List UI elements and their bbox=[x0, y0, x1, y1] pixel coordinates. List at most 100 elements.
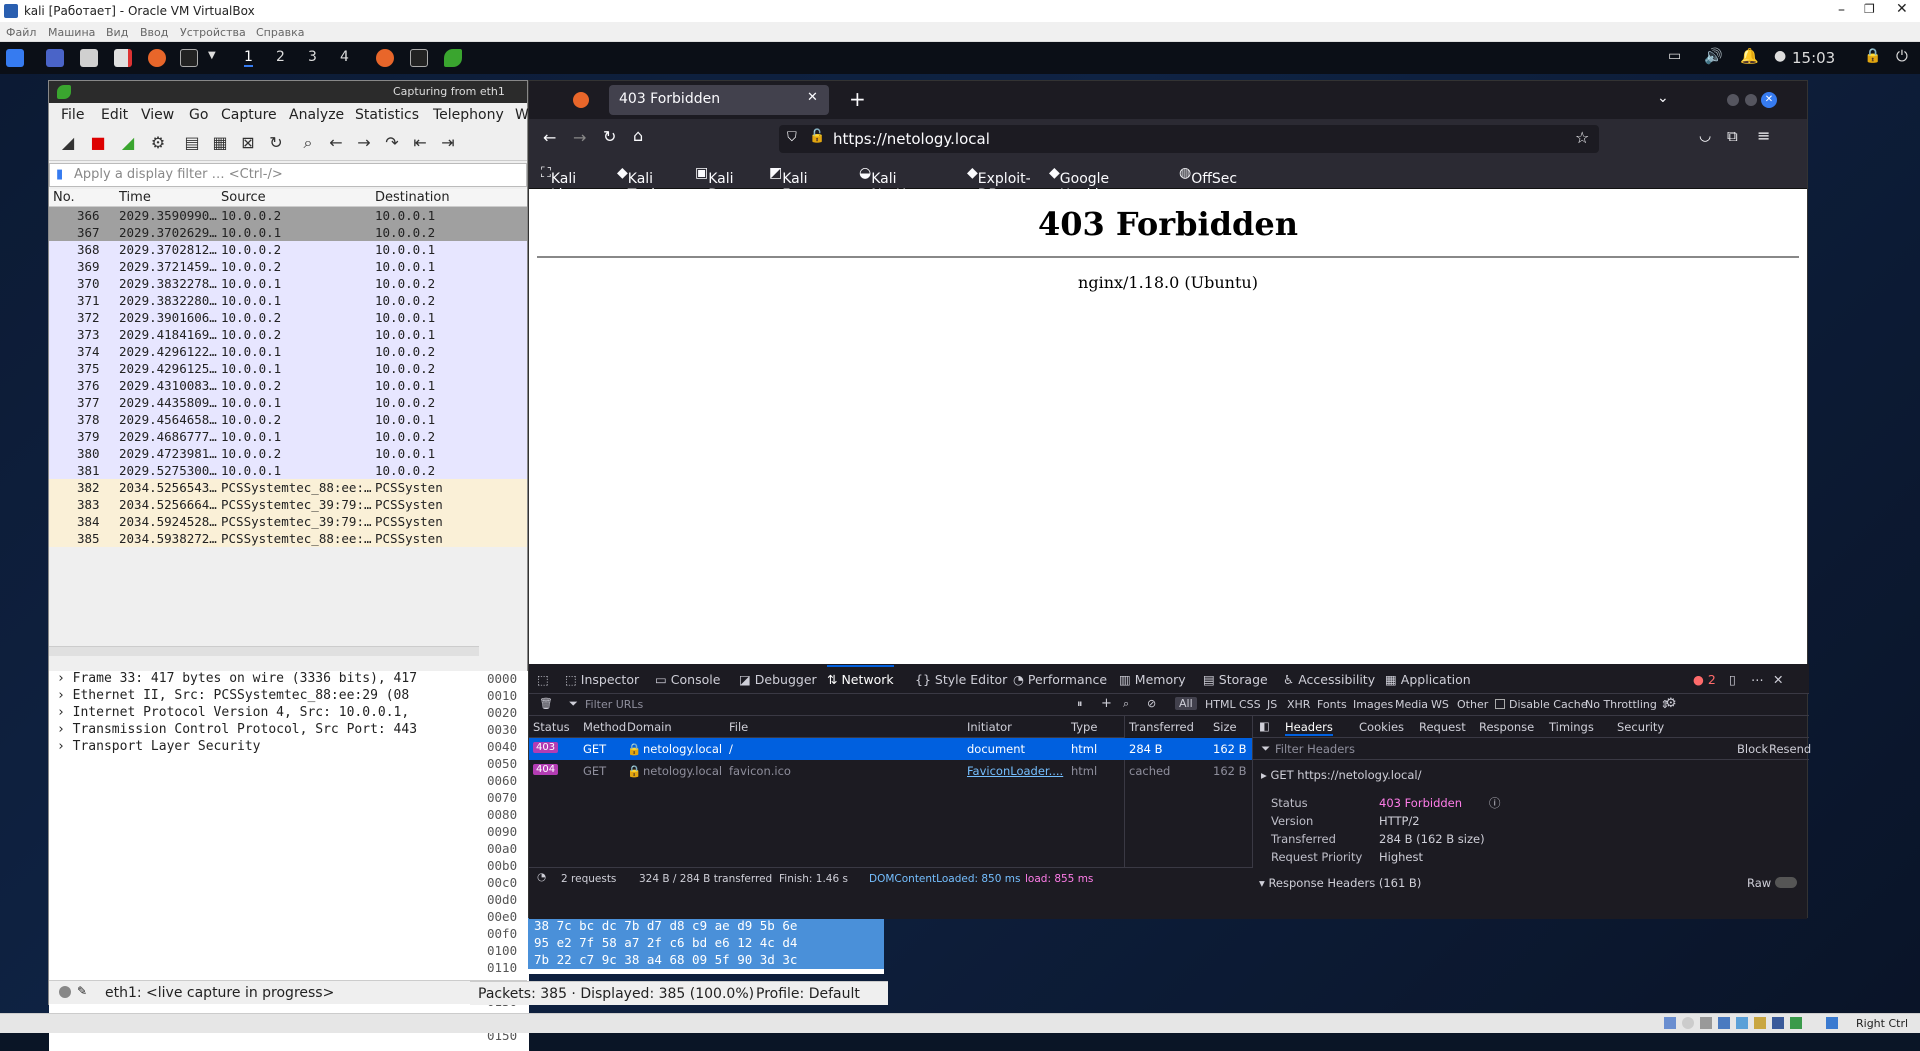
type-filter-fonts[interactable]: Fonts bbox=[1317, 698, 1347, 711]
packet-row[interactable]: 373 2029.4184169… 10.0.0.2 10.0.0.1 bbox=[49, 326, 527, 343]
kali-menu-icon[interactable] bbox=[6, 49, 24, 67]
tab-network[interactable]: ⇅ Network bbox=[827, 665, 894, 687]
tab-storage[interactable]: ▤ Storage bbox=[1203, 672, 1268, 687]
tab-inspector[interactable]: ⬚ Inspector bbox=[565, 672, 639, 687]
filter-headers-input[interactable]: Filter Headers bbox=[1275, 742, 1355, 756]
tab-response[interactable]: Response bbox=[1479, 720, 1534, 734]
help-icon[interactable]: ⓘ bbox=[1489, 795, 1501, 811]
col-destination[interactable]: Destination bbox=[375, 190, 450, 205]
packet-row[interactable]: 370 2029.3832278… 10.0.0.1 10.0.0.2 bbox=[49, 275, 527, 292]
bookmark-kali-tools[interactable]: ◆ Kali Tools bbox=[617, 165, 662, 203]
ws-menu-edit[interactable]: Edit bbox=[101, 107, 128, 123]
request-row-right[interactable]: 284 B 162 B bbox=[1125, 738, 1252, 760]
response-headers-toggle[interactable]: ▾ Response Headers (161 B) bbox=[1259, 876, 1421, 890]
menu-input[interactable]: Ввод bbox=[140, 26, 168, 39]
expert-info-icon[interactable] bbox=[59, 986, 71, 998]
tab-debugger[interactable]: ◪ Debugger bbox=[739, 672, 817, 687]
extensions-icon[interactable]: ⧉ bbox=[1727, 127, 1738, 145]
request-initiator-link[interactable]: FaviconLoader.... bbox=[967, 764, 1063, 778]
col-size[interactable]: Size bbox=[1213, 720, 1237, 734]
window-minimize-icon[interactable] bbox=[1727, 94, 1739, 106]
col-time[interactable]: Time bbox=[119, 190, 151, 205]
col-transferred[interactable]: Transferred bbox=[1129, 720, 1194, 734]
home-icon[interactable]: ⌂ bbox=[633, 126, 643, 145]
new-tab-icon[interactable]: + bbox=[849, 87, 866, 111]
ws-menu-file[interactable]: File bbox=[61, 107, 84, 123]
close-file-icon[interactable]: ⊠ bbox=[237, 132, 259, 154]
find-packet-icon[interactable]: ⌕ bbox=[297, 132, 319, 154]
type-filter-js[interactable]: JS bbox=[1267, 698, 1277, 711]
disable-cache-label[interactable]: Disable Cache bbox=[1509, 698, 1588, 711]
bookmark-google-hacking-db[interactable]: ◆ Google Hacking DB bbox=[1049, 165, 1116, 219]
tab-request[interactable]: Request bbox=[1419, 720, 1466, 734]
tab-style-editor[interactable]: {} Style Editor bbox=[915, 672, 1007, 687]
go-back-icon[interactable]: ← bbox=[325, 132, 347, 154]
detail-row[interactable]: › Transmission Control Protocol, Src Por… bbox=[49, 722, 479, 739]
throttling-select[interactable]: No Throttling ⇕ bbox=[1585, 698, 1670, 711]
type-filter-css[interactable]: CSS bbox=[1239, 698, 1261, 711]
editor-icon[interactable] bbox=[114, 49, 132, 67]
packet-row[interactable]: 383 2034.5256664… PCSSystemtec_39:79:… PCSS… bbox=[49, 496, 527, 513]
bookmark-kali-docs[interactable]: ▣ Kali Docs bbox=[695, 165, 743, 203]
resend-button[interactable]: Resend bbox=[1769, 742, 1811, 756]
ws-menu-capture[interactable]: Capture bbox=[221, 107, 277, 123]
network-icon[interactable] bbox=[1718, 1017, 1730, 1029]
pocket-icon[interactable]: ◡ bbox=[1699, 128, 1711, 144]
url-text[interactable]: https://netology.local bbox=[833, 130, 990, 148]
task-firefox-icon[interactable] bbox=[376, 49, 394, 67]
display-icon[interactable]: ▭ bbox=[1668, 48, 1681, 64]
site-lock-icon[interactable]: 🔓 bbox=[809, 129, 825, 144]
mouse-integration-icon[interactable] bbox=[1826, 1017, 1838, 1029]
window-maximize-icon[interactable] bbox=[1745, 94, 1757, 106]
type-filter-html[interactable]: HTML bbox=[1205, 698, 1236, 711]
firefox-icon[interactable] bbox=[148, 49, 166, 67]
list-tabs-icon[interactable]: ⌄ bbox=[1657, 90, 1669, 106]
forward-icon[interactable]: → bbox=[573, 128, 586, 147]
block-icon[interactable]: ⊘ bbox=[1147, 697, 1156, 710]
clear-log-icon[interactable]: 🗑 bbox=[539, 697, 553, 710]
pick-element-icon[interactable]: ⬚ bbox=[537, 672, 549, 687]
notification-icon[interactable]: 🔔 bbox=[1740, 47, 1759, 65]
block-button[interactable]: Block bbox=[1737, 742, 1768, 756]
packet-row[interactable]: 368 2029.3702812… 10.0.0.2 10.0.0.1 bbox=[49, 241, 527, 258]
status-profile[interactable]: Profile: Default bbox=[756, 986, 860, 1002]
menu-devices[interactable]: Устройства bbox=[180, 26, 246, 39]
col-domain[interactable]: Domain bbox=[627, 720, 672, 734]
workspace-4[interactable]: 4 bbox=[340, 49, 349, 65]
power-icon[interactable]: ⏻ bbox=[1896, 47, 1908, 65]
packet-row[interactable]: 379 2029.4686777… 10.0.0.1 10.0.0.2 bbox=[49, 428, 527, 445]
packet-row[interactable]: 366 2029.3590990… 10.0.0.2 10.0.0.1 bbox=[49, 207, 527, 224]
packet-row[interactable]: 367 2029.3702629… 10.0.0.1 10.0.0.2 bbox=[49, 224, 527, 241]
audio-icon[interactable] bbox=[1700, 1017, 1712, 1029]
workspace-3[interactable]: 3 bbox=[308, 49, 317, 65]
tab-headers[interactable]: Headers bbox=[1285, 720, 1333, 736]
files-icon[interactable] bbox=[80, 49, 98, 67]
save-file-icon[interactable]: ▦ bbox=[209, 132, 231, 154]
bookmark-exploit-db[interactable]: ◆ Exploit-DB bbox=[967, 165, 1031, 203]
performance-analysis-icon[interactable]: ◔ bbox=[537, 871, 546, 883]
packet-row[interactable]: 371 2029.3832280… 10.0.0.1 10.0.0.2 bbox=[49, 292, 527, 309]
packet-row[interactable]: 369 2029.3721459… 10.0.0.2 10.0.0.1 bbox=[49, 258, 527, 275]
tab-performance[interactable]: ◔ Performance bbox=[1013, 672, 1107, 687]
shared-folders-icon[interactable] bbox=[1754, 1017, 1766, 1029]
workspace-1[interactable]: 1 bbox=[244, 49, 253, 67]
detail-row[interactable]: › Internet Protocol Version 4, Src: 10.0… bbox=[49, 705, 479, 722]
clock[interactable]: 15:03 bbox=[1792, 49, 1835, 67]
packet-list-hscroll[interactable] bbox=[49, 646, 479, 656]
bookmark-kali-forums[interactable]: ◩ Kali Forums bbox=[769, 165, 834, 203]
tracking-shield-icon[interactable]: ⛉ bbox=[787, 130, 797, 145]
error-count-badge[interactable]: ● 2 bbox=[1693, 672, 1716, 687]
tab-timings[interactable]: Timings bbox=[1549, 720, 1594, 734]
pause-icon[interactable]: ⏸ bbox=[1077, 697, 1083, 711]
app-menu-icon[interactable]: ≡ bbox=[1757, 126, 1770, 145]
back-icon[interactable]: ← bbox=[543, 128, 556, 147]
go-forward-icon[interactable]: → bbox=[353, 132, 375, 154]
hdd-icon[interactable] bbox=[1664, 1017, 1676, 1029]
restart-capture-icon[interactable]: ◢ bbox=[117, 132, 139, 154]
task-terminal-icon[interactable] bbox=[410, 49, 428, 67]
ws-menu-view[interactable]: View bbox=[141, 107, 174, 123]
ws-menu-telephony[interactable]: Telephony bbox=[433, 107, 504, 123]
tab-close-icon[interactable]: ✕ bbox=[807, 90, 818, 105]
tab-security[interactable]: Security bbox=[1617, 720, 1664, 734]
packet-row[interactable]: 376 2029.4310083… 10.0.0.2 10.0.0.1 bbox=[49, 377, 527, 394]
